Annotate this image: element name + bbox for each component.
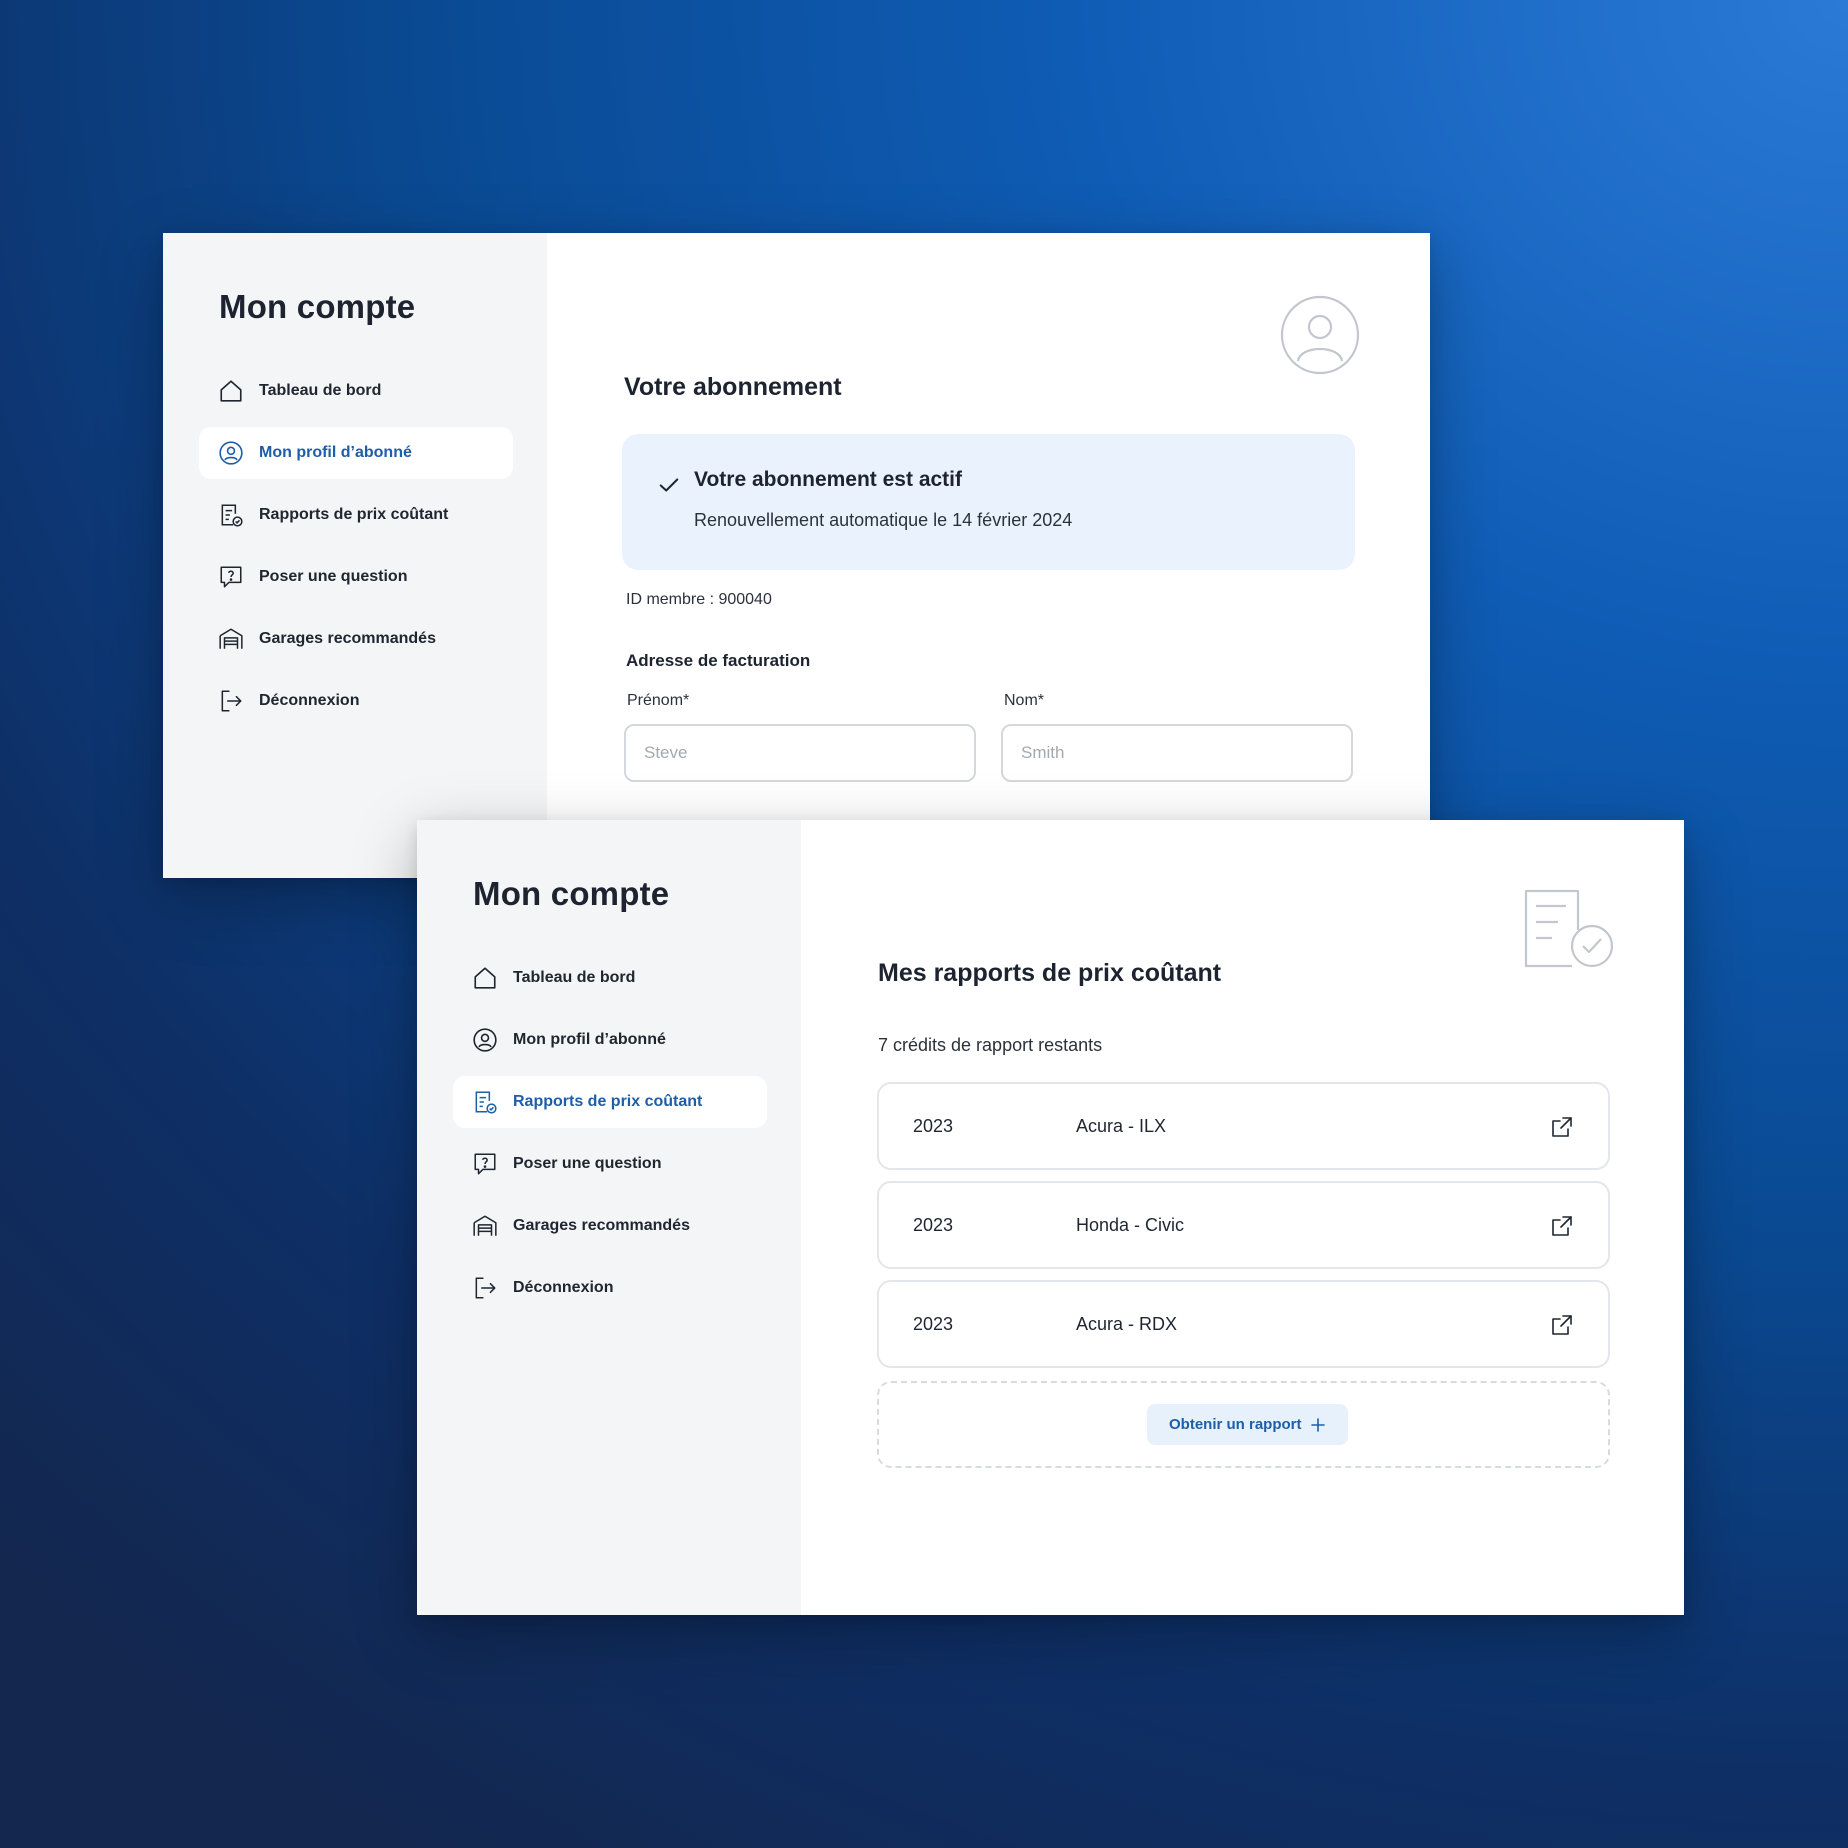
billing-title: Adresse de facturation (626, 651, 811, 670)
report-year: 2023 (913, 1215, 954, 1235)
report-check-icon (471, 1088, 499, 1116)
report-row[interactable]: 2023 Acura - ILX (877, 1082, 1610, 1170)
status-renewal-date: Renouvellement automatique le 14 février… (694, 510, 1073, 530)
sidebar-title: Mon compte (473, 875, 670, 912)
sidebar-nav: Tableau de bord Mon profil d’abonné Rapp… (199, 365, 513, 737)
sidebar-item-profile[interactable]: Mon profil d’abonné (453, 1014, 767, 1066)
report-model: Acura - RDX (1076, 1314, 1178, 1334)
get-report-button[interactable]: Obtenir un rapport (1147, 1404, 1348, 1445)
subscription-status-banner: Votre abonnement est actif Renouvellemen… (622, 434, 1355, 570)
sidebar-item-profile[interactable]: Mon profil d’abonné (199, 427, 513, 479)
home-icon (217, 377, 245, 405)
sidebar-item-label: Rapports de prix coûtant (259, 506, 449, 523)
report-year: 2023 (913, 1116, 954, 1136)
avatar-icon (1280, 295, 1360, 375)
sidebar-item-question[interactable]: Poser une question (453, 1138, 767, 1190)
question-bubble-icon (217, 563, 245, 591)
sidebar-title: Mon compte (219, 288, 416, 325)
report-model: Honda - Civic (1076, 1215, 1185, 1235)
external-link-icon[interactable] (1550, 1313, 1574, 1337)
user-circle-icon (471, 1026, 499, 1054)
get-report-label: Obtenir un rapport (1169, 1416, 1302, 1433)
sidebar-item-label: Tableau de bord (259, 382, 382, 399)
last-name-label: Nom* (1004, 692, 1045, 709)
sidebar-item-garages[interactable]: Garages recommandés (453, 1200, 767, 1252)
sidebar-item-label: Garages recommandés (259, 630, 436, 647)
sidebar-item-label: Poser une question (259, 568, 408, 585)
sidebar-item-label: Déconnexion (513, 1279, 614, 1296)
plus-icon (1310, 1417, 1325, 1432)
external-link-icon[interactable] (1550, 1214, 1574, 1238)
reports-main: Mes rapports de prix coûtant 7 crédits d… (801, 820, 1684, 1615)
report-row[interactable]: 2023 Honda - Civic (877, 1181, 1610, 1269)
credits-remaining: 7 crédits de rapport restants (878, 1035, 1103, 1055)
last-name-field[interactable] (1001, 724, 1353, 782)
sidebar-nav: Tableau de bord Mon profil d’abonné Rapp… (453, 952, 767, 1324)
sidebar-item-label: Déconnexion (259, 692, 360, 709)
sidebar-item-label: Rapports de prix coûtant (513, 1093, 703, 1110)
user-circle-icon (217, 439, 245, 467)
sidebar-item-logout[interactable]: Déconnexion (453, 1262, 767, 1314)
report-list: 2023 Acura - ILX 2023 Honda - Civic 2023… (877, 1082, 1610, 1379)
report-year: 2023 (913, 1314, 954, 1334)
document-check-icon (1524, 889, 1614, 968)
logout-icon (217, 687, 245, 715)
sidebar-item-garages[interactable]: Garages recommandés (199, 613, 513, 665)
report-model: Acura - ILX (1076, 1116, 1167, 1136)
sidebar-item-label: Mon profil d’abonné (513, 1031, 666, 1048)
external-link-icon[interactable] (1550, 1115, 1574, 1139)
sidebar-item-label: Poser une question (513, 1155, 662, 1172)
logout-icon (471, 1274, 499, 1302)
home-icon (471, 964, 499, 992)
report-row[interactable]: 2023 Acura - RDX (877, 1280, 1610, 1368)
page-title: Votre abonnement (624, 373, 842, 401)
first-name-field[interactable] (624, 724, 976, 782)
question-bubble-icon (471, 1150, 499, 1178)
sidebar-item-label: Tableau de bord (513, 969, 636, 986)
status-title: Votre abonnement est actif (694, 468, 962, 491)
member-id: ID membre : 900040 (626, 591, 772, 608)
profile-main: Votre abonnement Votre abonnement est ac… (547, 233, 1430, 878)
report-check-icon (217, 501, 245, 529)
sidebar-item-reports[interactable]: Rapports de prix coûtant (199, 489, 513, 541)
page-title: Mes rapports de prix coûtant (878, 959, 1222, 987)
first-name-label: Prénom* (627, 692, 690, 709)
sidebar-item-dashboard[interactable]: Tableau de bord (453, 952, 767, 1004)
sidebar-item-question[interactable]: Poser une question (199, 551, 513, 603)
sidebar-item-label: Mon profil d’abonné (259, 444, 412, 461)
add-report-zone: Obtenir un rapport (877, 1381, 1610, 1468)
garage-icon (217, 625, 245, 653)
sidebar-item-reports[interactable]: Rapports de prix coûtant (453, 1076, 767, 1128)
check-icon (659, 478, 679, 492)
reports-window: Mon compte Tableau de bord Mon profil d’… (417, 820, 1684, 1615)
sidebar: Mon compte Tableau de bord Mon profil d’… (163, 233, 547, 878)
sidebar-item-dashboard[interactable]: Tableau de bord (199, 365, 513, 417)
garage-icon (471, 1212, 499, 1240)
sidebar-item-label: Garages recommandés (513, 1217, 690, 1234)
sidebar-item-logout[interactable]: Déconnexion (199, 675, 513, 727)
sidebar: Mon compte Tableau de bord Mon profil d’… (417, 820, 801, 1615)
profile-window: Mon compte Tableau de bord Mon profil d’… (163, 233, 1430, 878)
